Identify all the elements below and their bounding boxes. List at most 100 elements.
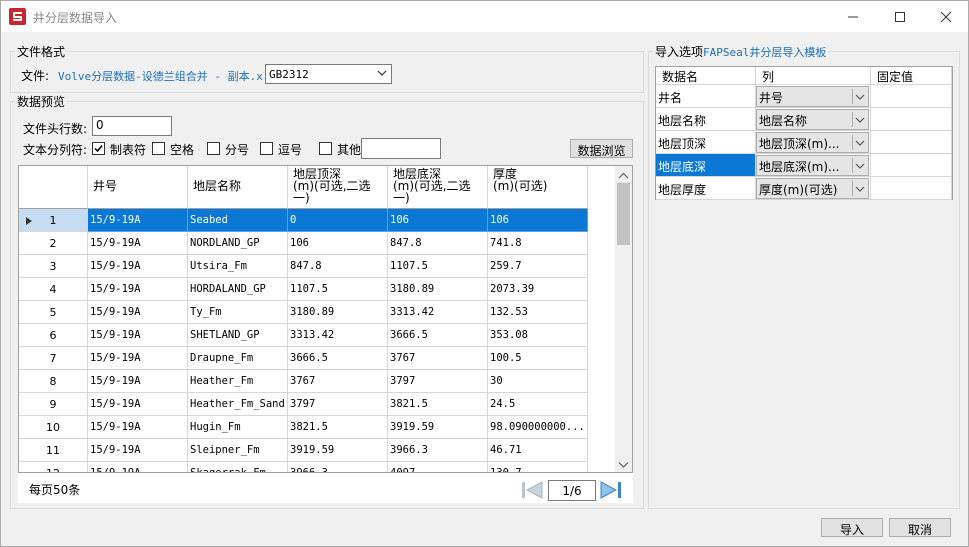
column-select[interactable]: 地层底深(m)...: [756, 155, 869, 176]
prev-page-button[interactable]: [520, 480, 544, 500]
formation-cell[interactable]: NORDLAND_GP: [188, 232, 288, 255]
maximize-button[interactable]: [877, 1, 923, 32]
mapping-row[interactable]: 井名 井号: [656, 85, 952, 108]
bottom-depth-cell[interactable]: 3797: [388, 370, 488, 393]
space-checkbox[interactable]: [152, 142, 165, 155]
bottom-depth-cell[interactable]: 3313.42: [388, 301, 488, 324]
template-link[interactable]: FAPSeal井分层导入模板: [703, 46, 826, 59]
chevron-down-icon[interactable]: [852, 112, 866, 127]
top-depth-cell[interactable]: 1107.5: [288, 278, 388, 301]
top-depth-cell[interactable]: 106: [288, 232, 388, 255]
well-cell[interactable]: 15/9-19A: [88, 370, 188, 393]
mapping-name-cell[interactable]: 地层名称: [656, 108, 756, 131]
bottom-depth-cell[interactable]: 3966.3: [388, 439, 488, 462]
table-row[interactable]: 2 15/9-19A NORDLAND_GP 106 847.8 741.8: [19, 232, 588, 255]
column-select[interactable]: 厚度(m)(可选): [756, 178, 869, 199]
formation-cell[interactable]: Skagerrak_Fm: [188, 462, 288, 472]
thickness-cell[interactable]: 259.7: [488, 255, 588, 278]
bottom-depth-cell[interactable]: 3180.89: [388, 278, 488, 301]
other-checkbox[interactable]: [319, 142, 332, 155]
close-button[interactable]: [923, 1, 969, 32]
vertical-scrollbar[interactable]: [615, 166, 632, 472]
table-row[interactable]: 5 15/9-19A Ty_Fm 3180.89 3313.42 132.53: [19, 301, 588, 324]
table-row[interactable]: 11 15/9-19A Sleipner_Fm 3919.59 3966.3 46.71: [19, 439, 588, 462]
top-depth-cell[interactable]: 3313.42: [288, 324, 388, 347]
column-select[interactable]: 地层名称: [756, 109, 869, 130]
well-cell[interactable]: 15/9-19A: [88, 462, 188, 472]
top-depth-cell[interactable]: 3180.89: [288, 301, 388, 324]
top-depth-cell[interactable]: 3966.3: [288, 462, 388, 472]
bottom-depth-cell[interactable]: 3767: [388, 347, 488, 370]
well-cell[interactable]: 15/9-19A: [88, 209, 188, 232]
thickness-cell[interactable]: 132.53: [488, 301, 588, 324]
column-header[interactable]: 井号: [88, 166, 188, 209]
mapping-name-cell[interactable]: 地层底深: [656, 154, 756, 177]
table-row[interactable]: 8 15/9-19A Heather_Fm 3767 3797 30: [19, 370, 588, 393]
well-cell[interactable]: 15/9-19A: [88, 278, 188, 301]
row-number[interactable]: 3: [19, 255, 88, 278]
bottom-depth-cell[interactable]: 1107.5: [388, 255, 488, 278]
table-row[interactable]: 3 15/9-19A Utsira_Fm 847.8 1107.5 259.7: [19, 255, 588, 278]
scroll-thumb[interactable]: [617, 183, 630, 245]
table-row[interactable]: 7 15/9-19A Draupne_Fm 3666.5 3767 100.5: [19, 347, 588, 370]
table-row[interactable]: 6 15/9-19A SHETLAND_GP 3313.42 3666.5 353.08: [19, 324, 588, 347]
column-select[interactable]: 井号: [756, 86, 869, 107]
mapping-name-cell[interactable]: 地层顶深: [656, 131, 756, 154]
mapping-fixed-cell[interactable]: [871, 177, 952, 200]
page-indicator[interactable]: 1/6: [548, 480, 596, 501]
table-row[interactable]: 10 15/9-19A Hugin_Fm 3821.5 3919.59 98.090000…: [19, 416, 588, 439]
top-depth-cell[interactable]: 3666.5: [288, 347, 388, 370]
well-cell[interactable]: 15/9-19A: [88, 324, 188, 347]
comma-checkbox[interactable]: [260, 142, 273, 155]
preview-table[interactable]: 井号 地层名称 地层顶深 (m)(可选,二选一) 地层底深 (m)(可选,二选一…: [18, 165, 633, 473]
formation-cell[interactable]: SHETLAND_GP: [188, 324, 288, 347]
well-cell[interactable]: 15/9-19A: [88, 439, 188, 462]
bottom-depth-cell[interactable]: 3821.5: [388, 393, 488, 416]
mapping-fixed-cell[interactable]: [871, 85, 952, 108]
row-number[interactable]: 8: [19, 370, 88, 393]
thickness-cell[interactable]: 46.71: [488, 439, 588, 462]
row-number[interactable]: 5: [19, 301, 88, 324]
row-number[interactable]: 6: [19, 324, 88, 347]
formation-cell[interactable]: Seabed: [188, 209, 288, 232]
thickness-cell[interactable]: 741.8: [488, 232, 588, 255]
mapping-row[interactable]: 地层底深 地层底深(m)...: [656, 154, 952, 177]
mapping-row[interactable]: 地层名称 地层名称: [656, 108, 952, 131]
table-row[interactable]: 1215/9-19ASkagerrak_Fm3966.34097130.7: [19, 462, 588, 472]
bottom-depth-cell[interactable]: 4097: [388, 462, 488, 472]
tab-checkbox[interactable]: [92, 142, 105, 155]
thickness-cell[interactable]: 106: [488, 209, 588, 232]
scroll-up-icon[interactable]: [615, 169, 632, 183]
mapping-table[interactable]: 数据名 列 固定值 井名 井号 地层名称 地层名称 地层顶深 地层顶深(m)... 地层底深…: [655, 66, 953, 200]
mapping-name-cell[interactable]: 地层厚度: [656, 177, 756, 200]
column-header[interactable]: 地层顶深 (m)(可选,二选一): [288, 166, 388, 209]
column-header[interactable]: 地层名称: [188, 166, 288, 209]
mapping-row[interactable]: 地层顶深 地层顶深(m)...: [656, 131, 952, 154]
chevron-down-icon[interactable]: [852, 158, 866, 173]
formation-cell[interactable]: Hugin_Fm: [188, 416, 288, 439]
formation-cell[interactable]: HORDALAND_GP: [188, 278, 288, 301]
top-depth-cell[interactable]: 3767: [288, 370, 388, 393]
formation-cell[interactable]: Ty_Fm: [188, 301, 288, 324]
row-number[interactable]: 9: [19, 393, 88, 416]
thickness-cell[interactable]: 24.5: [488, 393, 588, 416]
formation-cell[interactable]: Draupne_Fm: [188, 347, 288, 370]
top-depth-cell[interactable]: 0: [288, 209, 388, 232]
row-number[interactable]: 12: [19, 462, 88, 472]
chevron-down-icon[interactable]: [852, 89, 866, 104]
thickness-cell[interactable]: 100.5: [488, 347, 588, 370]
column-select[interactable]: 地层顶深(m)...: [756, 132, 869, 153]
mapping-fixed-cell[interactable]: [871, 154, 952, 177]
import-button[interactable]: 导入: [821, 518, 883, 537]
table-row[interactable]: 1 15/9-19A Seabed 0 106 106: [19, 209, 588, 232]
other-delimiter-input[interactable]: [361, 138, 441, 159]
table-row[interactable]: 9 15/9-19A Heather_Fm_Sand 3797 3821.5 24.5: [19, 393, 588, 416]
top-depth-cell[interactable]: 847.8: [288, 255, 388, 278]
bottom-depth-cell[interactable]: 106: [388, 209, 488, 232]
semicolon-checkbox[interactable]: [207, 142, 220, 155]
mapping-name-cell[interactable]: 井名: [656, 85, 756, 108]
formation-cell[interactable]: Utsira_Fm: [188, 255, 288, 278]
column-header[interactable]: 地层底深 (m)(可选,二选一): [388, 166, 488, 209]
bottom-depth-cell[interactable]: 3919.59: [388, 416, 488, 439]
row-number[interactable]: 7: [19, 347, 88, 370]
